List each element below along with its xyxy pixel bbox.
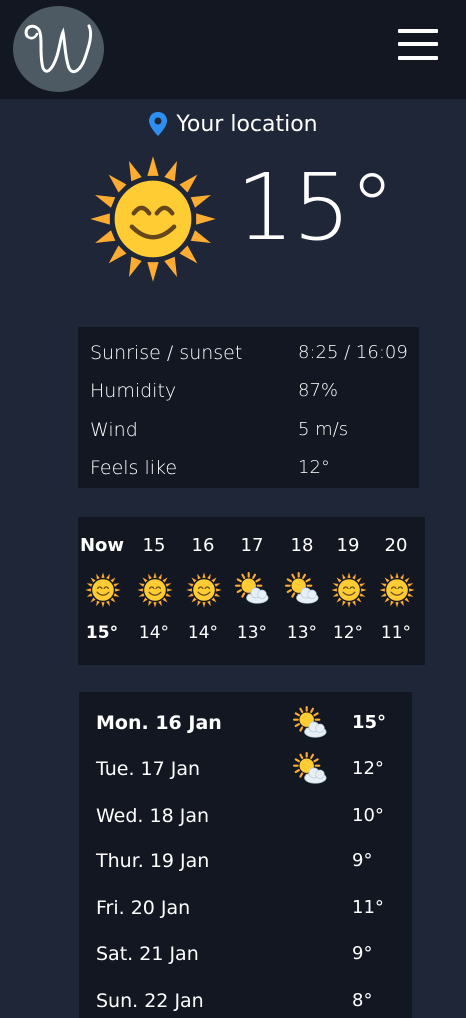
daily-row[interactable]: Fri. 20 Jan 11° (79, 891, 412, 927)
smiling-sun-icon (86, 155, 220, 283)
detail-label: Sunrise / sunset (90, 342, 243, 364)
hourly-item-now: Now 15° (78, 517, 126, 665)
smiling-sun-icon (186, 572, 222, 608)
smiling-sun-icon (85, 572, 121, 608)
day-temp: 12° (352, 758, 384, 779)
hamburger-menu-button[interactable] (396, 27, 440, 63)
hour-label: 20 (384, 535, 408, 556)
location-row[interactable]: Your location (0, 108, 466, 140)
day-label: Tue. 17 Jan (96, 758, 201, 780)
hourly-item-16: 16 14° (179, 517, 227, 665)
detail-value: 5 m/s (298, 419, 349, 440)
hour-temp: 14° (187, 623, 219, 643)
detail-row-wind: Wind 5 m/s (90, 419, 410, 449)
top-bar (0, 0, 466, 99)
daily-forecast-panel: Mon. 16 Jan 15° Tue. 17 Jan 12° Wed. 18 … (79, 692, 412, 1018)
day-label: Wed. 18 Jan (96, 805, 210, 827)
hourly-item-17: 17 13° (228, 517, 276, 665)
day-label: Sun. 22 Jan (96, 990, 204, 1012)
sun-behind-cloud-icon (285, 572, 321, 608)
details-panel: Sunrise / sunset 8:25 / 16:09 Humidity 8… (78, 327, 419, 488)
day-label: Fri. 20 Jan (96, 897, 191, 919)
app-logo[interactable] (13, 6, 104, 92)
detail-label: Feels like (90, 457, 178, 479)
location-label: Your location (176, 111, 318, 137)
detail-label: Wind (90, 419, 138, 441)
detail-row-humidity: Humidity 87% (90, 380, 410, 410)
hour-temp: 14° (138, 623, 170, 643)
day-temp: 9° (352, 850, 373, 871)
menu-bar-line (398, 29, 438, 33)
detail-value: 8:25 / 16:09 (298, 342, 408, 363)
day-temp: 9° (352, 943, 373, 964)
day-label: Thur. 19 Jan (96, 850, 210, 872)
sun-behind-cloud-icon (235, 572, 271, 608)
hourly-item-15: 15 14° (130, 517, 178, 665)
daily-row[interactable]: Sat. 21 Jan 9° (79, 937, 412, 973)
menu-bar-line (398, 42, 438, 46)
detail-label: Humidity (90, 380, 177, 402)
hourly-item-20: 20 11° (372, 517, 420, 665)
hourly-item-19: 19 12° (324, 517, 372, 665)
daily-row[interactable]: Wed. 18 Jan 10° (79, 799, 412, 835)
hour-label: 18 (290, 535, 314, 556)
sun-behind-cloud-icon (293, 752, 329, 788)
hour-label: Now (79, 535, 125, 556)
script-w-logo-icon (24, 24, 93, 74)
detail-row-sunrise-sunset: Sunrise / sunset 8:25 / 16:09 (90, 342, 410, 372)
hour-label: 15 (142, 535, 166, 556)
daily-row[interactable]: Tue. 17 Jan 12° (79, 752, 412, 788)
hourly-forecast-panel[interactable]: Now 15° 15 14° 16 14° 17 13° 18 13° 19 1… (78, 517, 425, 665)
hour-temp: 13° (286, 623, 318, 643)
detail-value: 87% (298, 380, 339, 401)
day-temp: 10° (352, 805, 384, 826)
smiling-sun-icon (137, 572, 173, 608)
detail-row-feels-like: Feels like 12° (90, 457, 410, 487)
hour-temp: 12° (332, 623, 364, 643)
smiling-sun-icon (379, 572, 415, 608)
day-temp: 15° (352, 712, 387, 733)
daily-row[interactable]: Mon. 16 Jan 15° (79, 706, 412, 742)
hour-label: 19 (336, 535, 360, 556)
hour-temp: 15° (85, 623, 119, 643)
day-label: Sat. 21 Jan (96, 943, 199, 965)
hour-label: 16 (191, 535, 215, 556)
daily-row[interactable]: Thur. 19 Jan 9° (79, 844, 412, 880)
sun-behind-cloud-icon (293, 706, 329, 742)
smiling-sun-icon (331, 572, 367, 608)
map-pin-icon (148, 111, 168, 137)
hour-label: 17 (240, 535, 264, 556)
day-label: Mon. 16 Jan (96, 712, 222, 734)
hour-temp: 13° (236, 623, 268, 643)
hour-temp: 11° (380, 623, 412, 643)
detail-value: 12° (298, 457, 330, 478)
current-temperature: 15° (236, 154, 395, 261)
day-temp: 8° (352, 990, 373, 1011)
menu-bar-line (398, 56, 438, 60)
day-temp: 11° (352, 897, 384, 918)
daily-row[interactable]: Sun. 22 Jan 8° (79, 984, 412, 1018)
hourly-item-18: 18 13° (278, 517, 326, 665)
